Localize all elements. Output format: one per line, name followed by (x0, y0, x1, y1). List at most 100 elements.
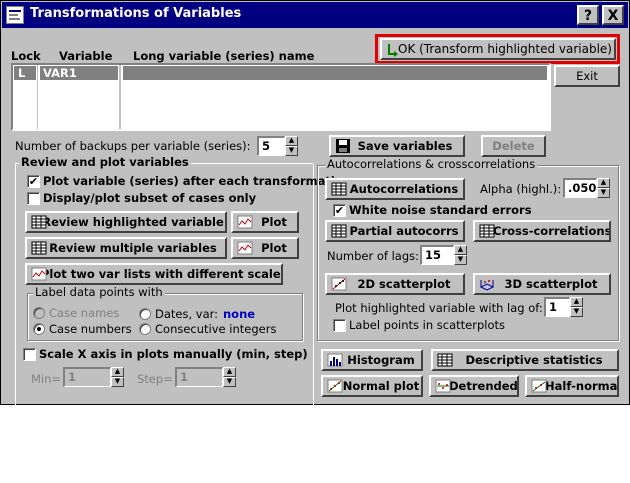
spreadsheet-icon (31, 241, 47, 255)
exit-button[interactable]: Exit (554, 65, 620, 87)
save-variables-button[interactable]: Save variables (329, 135, 465, 157)
plot-button-1[interactable]: Plot (231, 211, 299, 233)
dialog-window: Transformations of Variables ? X OK (Tra… (0, 0, 630, 405)
lag-plot-label: Plot highlighted variable with lag of: (335, 301, 543, 315)
descriptive-statistics-label: Descriptive statistics (465, 353, 603, 367)
spreadsheet-icon (479, 224, 495, 238)
transform-icon (386, 42, 402, 57)
spreadsheet-icon (437, 353, 453, 367)
backups-input[interactable]: 5 (257, 136, 285, 156)
dates-var-value[interactable]: none (223, 307, 255, 321)
min-input[interactable]: 1 (63, 367, 111, 387)
half-normal-button[interactable]: Half-normal (525, 375, 619, 397)
label-points-title: Label data points with (33, 285, 165, 299)
lag-spinner[interactable]: ▲ ▼ (570, 297, 583, 317)
histogram-button[interactable]: Histogram (321, 349, 423, 371)
detrended-plot-icon (435, 379, 451, 393)
step-label: Step= (137, 372, 173, 386)
autocorrelations-button[interactable]: Autocorrelations (325, 178, 465, 200)
half-normal-plot-icon (531, 379, 547, 393)
line-plot-icon (237, 215, 253, 229)
min-label: Min= (31, 372, 62, 386)
white-noise-checkbox[interactable]: ✔ (333, 204, 346, 217)
close-button[interactable]: X (602, 5, 624, 25)
spreadsheet-icon (331, 182, 347, 196)
cross-correlations-label: Cross-correlations (493, 224, 611, 238)
alpha-spinner[interactable]: ▲ ▼ (597, 178, 610, 198)
scatterplot-icon (331, 277, 347, 291)
lock-cell[interactable]: L (14, 66, 36, 80)
lag-input[interactable]: 1 (544, 297, 570, 317)
delete-button[interactable]: Delete (481, 135, 546, 157)
step-input[interactable]: 1 (175, 367, 223, 387)
spreadsheet-icon (331, 224, 347, 238)
dates-var-label: Dates, var: (155, 307, 219, 321)
review-group-title: Review and plot variables (19, 155, 191, 169)
min-spinner[interactable]: ▲ ▼ (111, 367, 124, 387)
detrended-button[interactable]: Detrended (429, 375, 519, 397)
variable-cell[interactable]: VAR1 (40, 66, 118, 80)
help-button[interactable]: ? (577, 5, 599, 25)
label-scatter-checkbox[interactable] (333, 319, 346, 332)
histogram-icon (327, 353, 343, 367)
lock-column-header: Lock (11, 49, 41, 63)
normal-plot-icon (327, 379, 343, 393)
scale-x-checkbox[interactable] (23, 348, 36, 361)
spreadsheet-icon (31, 215, 47, 229)
plot-after-label: Plot variable (series) after each transf… (43, 174, 351, 188)
lags-spinner[interactable]: ▲ ▼ (454, 245, 467, 265)
backups-spinner[interactable]: ▲ ▼ (285, 136, 298, 156)
alpha-label: Alpha (highl.): (480, 182, 562, 196)
alpha-input[interactable]: .050 (563, 178, 597, 198)
dates-var-radio[interactable] (139, 308, 151, 320)
descriptive-statistics-button[interactable]: Descriptive statistics (431, 349, 619, 371)
long-name-column-header: Long variable (series) name (133, 49, 315, 63)
scatterplot-3d-icon (479, 277, 495, 291)
case-names-radio[interactable] (33, 307, 45, 319)
variable-list[interactable]: L VAR1 (11, 63, 551, 131)
autocorrelations-label: Autocorrelations (349, 182, 459, 196)
lags-label: Number of lags: (327, 249, 419, 263)
display-subset-checkbox[interactable] (27, 192, 40, 205)
window-title: Transformations of Variables (30, 6, 242, 21)
ok-transform-button[interactable]: OK (Transform highlighted variable) (380, 38, 616, 60)
case-numbers-label: Case numbers (49, 322, 132, 336)
review-multiple-label: Review multiple variables (49, 241, 217, 255)
scatterplot-2d-label: 2D scatterplot (357, 277, 451, 291)
save-variables-label: Save variables (357, 139, 453, 153)
partial-autocorrs-button[interactable]: Partial autocorrs (325, 220, 465, 242)
lags-input[interactable]: 15 (420, 245, 454, 265)
review-multiple-button[interactable]: Review multiple variables (25, 237, 227, 259)
scatterplot-2d-button[interactable]: 2D scatterplot (325, 273, 465, 295)
review-highlighted-button[interactable]: Review highlighted variable (25, 211, 227, 233)
autocorrelations-group-title: Autocorrelations & crosscorrelations (325, 157, 538, 171)
review-highlighted-label: Review highlighted variable (42, 215, 224, 229)
cross-correlations-button[interactable]: Cross-correlations (473, 220, 611, 242)
backups-label: Number of backups per variable (series): (15, 139, 251, 153)
plot-button-2[interactable]: Plot (231, 237, 299, 259)
lock-column: L (13, 65, 38, 129)
case-names-label: Case names (49, 306, 120, 320)
white-noise-label: White noise standard errors (349, 203, 532, 217)
ok-transform-label: OK (Transform highlighted variable) (398, 42, 612, 56)
line-plot-icon (237, 241, 253, 255)
app-icon (6, 6, 24, 24)
variable-column: VAR1 (39, 65, 121, 129)
display-subset-label: Display/plot subset of cases only (43, 191, 257, 205)
scatterplot-3d-label: 3D scatterplot (504, 277, 598, 291)
title-bar: Transformations of Variables ? X (2, 2, 628, 28)
consecutive-integers-label: Consecutive integers (155, 322, 277, 336)
consecutive-integers-radio[interactable] (139, 323, 151, 335)
plot-two-lists-button[interactable]: Plot two var lists with different scales (25, 263, 283, 285)
case-numbers-radio[interactable] (33, 323, 45, 335)
normal-plot-button[interactable]: Normal plot (321, 375, 423, 397)
scatterplot-3d-button[interactable]: 3D scatterplot (473, 273, 611, 295)
variable-column-header: Variable (59, 49, 113, 63)
plot-two-lists-label: Plot two var lists with different scales (41, 267, 283, 281)
label-scatter-label: Label points in scatterplots (349, 318, 506, 332)
step-spinner[interactable]: ▲ ▼ (223, 367, 236, 387)
long-name-cell[interactable] (123, 66, 547, 80)
plot-after-checkbox[interactable]: ✔ (27, 175, 40, 188)
scale-x-label: Scale X axis in plots manually (min, ste… (39, 347, 308, 361)
partial-autocorrs-label: Partial autocorrs (349, 224, 459, 238)
